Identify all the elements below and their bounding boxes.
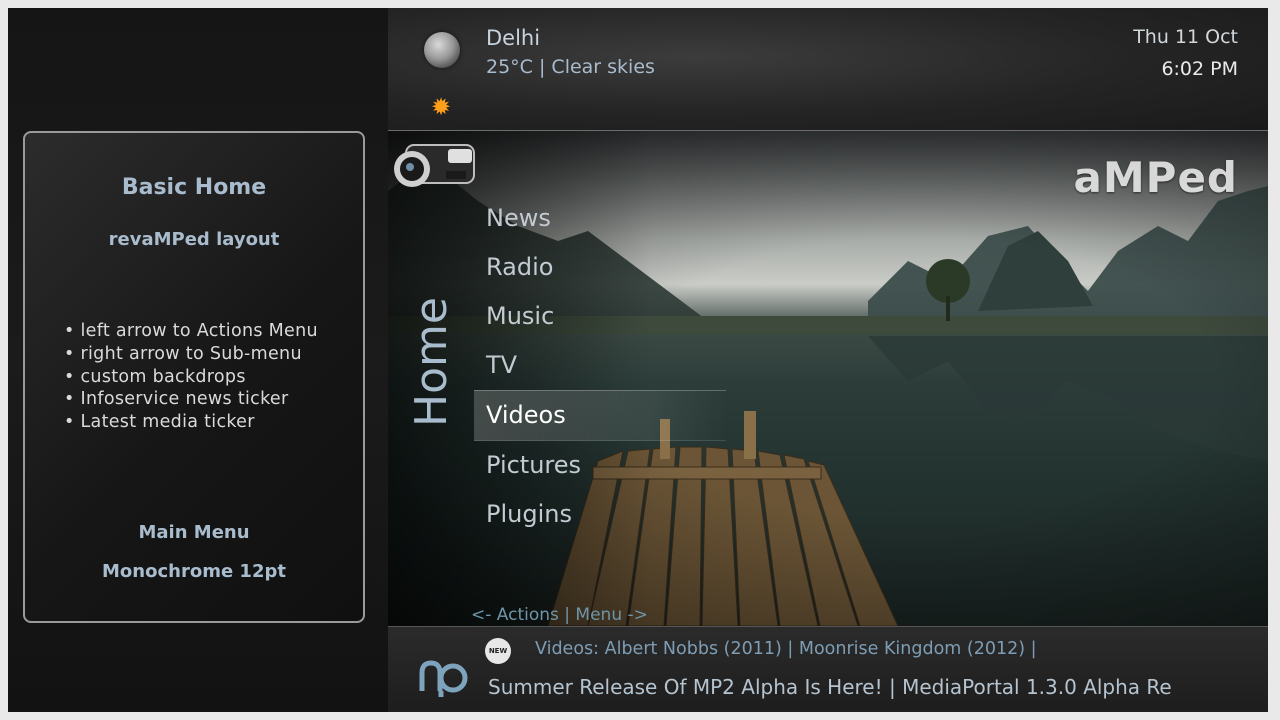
menu-item-radio[interactable]: Radio: [474, 243, 726, 292]
media-center-screen: Basic Home revaMPed layout left arrow to…: [8, 8, 1268, 712]
menu-item-tv[interactable]: TV: [474, 341, 726, 390]
menu-item-music[interactable]: Music: [474, 292, 726, 341]
home-section-title: Home: [406, 297, 457, 427]
time-display: 6:02 PM: [1161, 58, 1238, 80]
left-column: Basic Home revaMPed layout left arrow to…: [8, 8, 388, 712]
panel-subtitle: revaMPed layout: [108, 229, 280, 250]
top-bar: ✹ Delhi 25°C | Clear skies Thu 11 Oct 6:…: [388, 8, 1268, 131]
home-backdrop: aMPed Home News Radio Music TV Videos Pi…: [388, 131, 1268, 626]
feature-item: right arrow to Sub-menu: [64, 343, 318, 366]
feature-item: Infoservice news ticker: [64, 388, 318, 411]
theme-label: Monochrome 12pt: [102, 561, 286, 582]
weather-conditions: 25°C | Clear skies: [486, 56, 655, 78]
weather-city: Delhi: [486, 26, 541, 50]
section-label: Main Menu: [138, 522, 250, 543]
mediaportal-logo-icon: [419, 660, 468, 697]
feature-item: left arrow to Actions Menu: [64, 320, 318, 343]
menu-item-videos[interactable]: Videos: [474, 390, 726, 441]
date-display: Thu 11 Oct: [1133, 26, 1238, 48]
ticker-bar: NEW Videos: Albert Nobbs (2011) | Moonri…: [388, 626, 1268, 712]
main-menu: News Radio Music TV Videos Pictures Plug…: [474, 194, 726, 539]
news-ticker: Summer Release Of MP2 Alpha Is Here! | M…: [488, 675, 1172, 699]
feature-item: Latest media ticker: [64, 411, 318, 434]
camcorder-icon: [394, 144, 475, 187]
new-badge-icon: NEW: [485, 638, 511, 664]
feature-item: custom backdrops: [64, 366, 318, 389]
menu-item-news[interactable]: News: [474, 194, 726, 243]
amped-logo: aMPed: [1073, 153, 1238, 202]
info-panel: Basic Home revaMPed layout left arrow to…: [23, 131, 365, 623]
navigation-hint: <- Actions | Menu ->: [471, 605, 648, 625]
moon-icon: [424, 32, 460, 68]
sun-icon: ✹: [430, 93, 452, 121]
panel-title: Basic Home: [121, 175, 267, 200]
feature-list: left arrow to Actions Menu right arrow t…: [64, 320, 318, 434]
latest-media-ticker: Videos: Albert Nobbs (2011) | Moonrise K…: [535, 639, 1037, 659]
menu-item-plugins[interactable]: Plugins: [474, 490, 726, 539]
menu-item-pictures[interactable]: Pictures: [474, 441, 726, 490]
